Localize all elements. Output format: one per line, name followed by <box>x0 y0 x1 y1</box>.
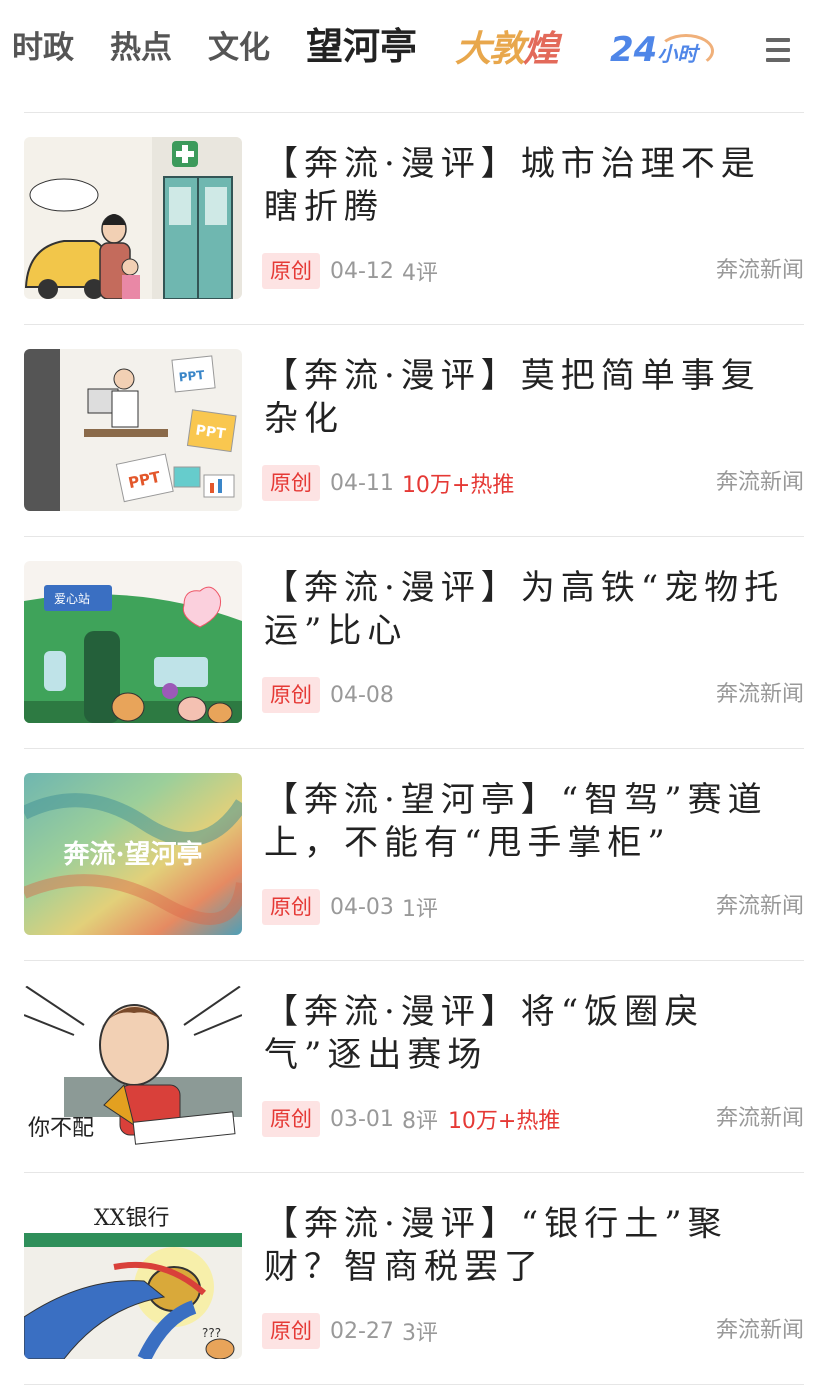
article-meta: 原创 04-03 1评 <box>262 889 448 925</box>
ppt-label: PPT <box>178 368 206 385</box>
article-item[interactable]: PPT PPT PPT 【奔流·漫评】莫把简单事复杂化 原创 04-11 10万… <box>0 325 828 537</box>
cartoon-athlete-image: 你不配 <box>24 985 242 1147</box>
article-source: 奔流新闻 <box>715 894 804 919</box>
tab-shizheng[interactable]: 时政 <box>12 26 74 70</box>
article-title[interactable]: 【奔流·漫评】为高铁“宠物托运”比心 <box>264 567 800 653</box>
article-thumbnail[interactable]: XX银行 ??? <box>24 1197 242 1359</box>
scrawl-text: 你不配 <box>28 1116 94 1141</box>
tab-wenhua[interactable]: 文化 <box>208 26 270 70</box>
hot-tag: 10万+热推 <box>447 1109 561 1134</box>
article-source: 奔流新闻 <box>715 682 804 707</box>
article-meta: 原创 03-01 8评 10万+热推 <box>262 1101 560 1137</box>
article-item[interactable]: XX银行 ??? 【奔流·漫评】“银行土”聚财？智商税罢了 原创 02-27 3… <box>0 1173 828 1385</box>
top-nav: 时政 热点 文化 望河亭 大敦煌 24小时 <box>0 0 828 100</box>
cartoon-train-image: 爱心站 <box>24 561 242 723</box>
tab-dadunhuang-logo[interactable]: 大敦煌 <box>455 24 559 74</box>
hamburger-menu-icon[interactable] <box>764 36 792 64</box>
banner-text: 奔流·望河亭 <box>63 839 202 870</box>
article-title[interactable]: 【奔流·漫评】莫把简单事复杂化 <box>264 355 800 441</box>
article-title[interactable]: 【奔流·望河亭】“智驾”赛道上，不能有“甩手掌柜” <box>264 779 800 865</box>
original-badge: 原创 <box>262 1101 320 1137</box>
article-meta: 原创 04-08 <box>262 677 402 713</box>
article-meta: 原创 04-12 4评 <box>262 253 448 289</box>
comment-count: 1评 <box>401 897 438 922</box>
article-date: 04-12 <box>330 258 394 284</box>
wanghetin-banner-image: 奔流·望河亭 <box>24 773 242 935</box>
hot-tag: 10万+热推 <box>401 473 515 498</box>
article-title[interactable]: 【奔流·漫评】城市治理不是瞎折腾 <box>264 143 800 229</box>
cartoon-ppt-image: PPT PPT PPT <box>24 349 242 511</box>
article-date: 03-01 <box>330 1106 394 1132</box>
article-meta: 原创 02-27 3评 <box>262 1313 448 1349</box>
tab-24hours-logo[interactable]: 24小时 <box>610 30 714 76</box>
article-thumbnail[interactable]: 奔流·望河亭 <box>24 773 242 935</box>
question-text: ??? <box>202 1326 221 1340</box>
comment-count: 3评 <box>401 1321 438 1346</box>
bank-sign-text: XX银行 <box>94 1206 169 1231</box>
article-item[interactable]: 【奔流·漫评】城市治理不是瞎折腾 原创 04-12 4评 奔流新闻 <box>0 113 828 325</box>
article-item[interactable]: 奔流·望河亭 【奔流·望河亭】“智驾”赛道上，不能有“甩手掌柜” 原创 04-0… <box>0 749 828 961</box>
comment-count: 8评 <box>401 1109 438 1134</box>
logo-24-number: 24 <box>610 30 658 70</box>
original-badge: 原创 <box>262 677 320 713</box>
original-badge: 原创 <box>262 253 320 289</box>
article-thumbnail[interactable]: 你不配 <box>24 985 242 1147</box>
article-thumbnail[interactable]: 爱心站 <box>24 561 242 723</box>
article-source: 奔流新闻 <box>715 1106 804 1131</box>
cartoon-bank-image: XX银行 ??? <box>24 1197 242 1359</box>
article-title[interactable]: 【奔流·漫评】将“饭圈戾气”逐出赛场 <box>264 991 800 1077</box>
comment-count: 4评 <box>401 261 438 286</box>
tab-redian[interactable]: 热点 <box>110 26 172 70</box>
original-badge: 原创 <box>262 1313 320 1349</box>
station-sign-text: 爱心站 <box>54 592 90 606</box>
tab-wanghetin[interactable]: 望河亭 <box>306 24 417 68</box>
article-title[interactable]: 【奔流·漫评】“银行土”聚财？智商税罢了 <box>264 1203 800 1289</box>
article-thumbnail[interactable]: PPT PPT PPT <box>24 349 242 511</box>
divider <box>24 1384 804 1385</box>
logo-arc-icon <box>658 34 714 68</box>
article-meta: 原创 04-11 10万+热推 <box>262 465 514 501</box>
original-badge: 原创 <box>262 889 320 925</box>
cartoon-hospital-image <box>24 137 242 299</box>
article-date: 04-03 <box>330 894 394 920</box>
article-source: 奔流新闻 <box>715 470 804 495</box>
article-date: 02-27 <box>330 1318 394 1344</box>
article-source: 奔流新闻 <box>715 1318 804 1343</box>
article-item[interactable]: 爱心站 【奔流·漫评】为高铁“宠物托运”比心 原创 04-08 奔流新闻 <box>0 537 828 749</box>
original-badge: 原创 <box>262 465 320 501</box>
article-thumbnail[interactable] <box>24 137 242 299</box>
article-item[interactable]: 你不配 【奔流·漫评】将“饭圈戾气”逐出赛场 原创 03-01 8评 10万+热… <box>0 961 828 1173</box>
article-source: 奔流新闻 <box>715 258 804 283</box>
article-date: 04-08 <box>330 682 394 708</box>
article-date: 04-11 <box>330 470 394 496</box>
